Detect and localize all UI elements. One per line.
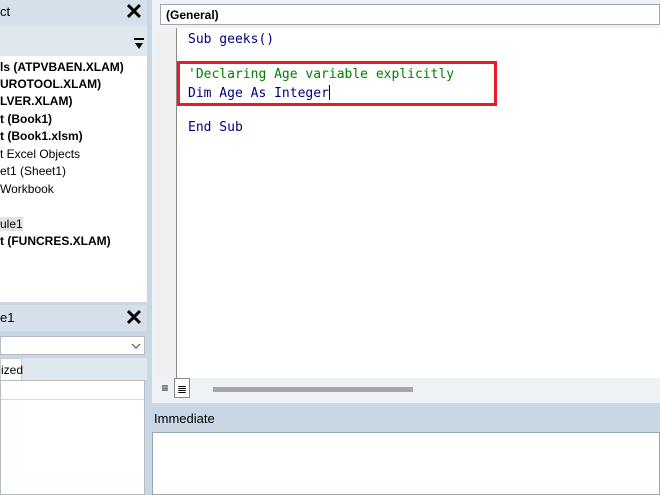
general-dropdown-value: (General) — [166, 8, 219, 22]
procedure-view-icon[interactable]: ≡ — [157, 378, 173, 398]
code-window-footer: ≡ ≣ — [155, 378, 660, 398]
chevron-down-icon[interactable] — [134, 38, 144, 50]
properties-title: e1 — [0, 310, 15, 325]
close-icon[interactable]: ✕ — [124, 307, 144, 329]
tree-item[interactable]: t Excel Objects — [0, 147, 80, 161]
tree-item[interactable]: t (Book1.xlsm) — [0, 129, 83, 143]
project-tree[interactable]: ls (ATPVBAEN.XLAM) UROTOOL.XLAM) LVER.XL… — [0, 56, 147, 302]
properties-grid[interactable] — [0, 380, 145, 495]
chevron-down-icon — [131, 343, 141, 349]
horizontal-scrollbar[interactable] — [213, 387, 413, 392]
keyword: Sub — [188, 32, 212, 47]
identifier: geeks() — [211, 32, 275, 47]
tree-item[interactable]: ls (ATPVBAEN.XLAM) — [0, 60, 124, 74]
code-line-sub[interactable]: Sub geeks() — [188, 32, 274, 47]
tree-item-selected[interactable]: ule1 — [0, 217, 23, 231]
general-dropdown[interactable]: (General) — [160, 4, 660, 25]
project-explorer-header: ct ✕ — [0, 0, 147, 26]
object-dropdown[interactable] — [0, 336, 145, 355]
full-module-view-icon[interactable]: ≣ — [174, 378, 190, 398]
tree-item[interactable]: t (Book1) — [0, 112, 52, 126]
tree-item[interactable]: t (FUNCRES.XLAM) — [0, 234, 111, 248]
properties-header: e1 ✕ — [0, 305, 147, 331]
tree-item[interactable]: UROTOOL.XLAM) — [0, 77, 101, 91]
properties-tabs: ized — [0, 358, 147, 380]
project-explorer-title: ct — [0, 4, 11, 19]
immediate-window[interactable] — [152, 432, 660, 495]
grid-line — [1, 399, 144, 400]
project-explorer-toolbar — [0, 26, 147, 56]
immediate-title: Immediate — [154, 411, 215, 426]
tree-item[interactable]: et1 (Sheet1) — [0, 164, 66, 178]
tree-item[interactable]: Workbook — [0, 182, 54, 196]
highlight-box — [177, 61, 497, 106]
code-line-end[interactable]: End Sub — [188, 120, 243, 135]
immediate-header: Immediate — [152, 406, 660, 432]
code-margin[interactable] — [155, 28, 177, 378]
tab-categorized[interactable]: ized — [0, 358, 23, 380]
close-icon[interactable]: ✕ — [124, 1, 144, 23]
tree-item[interactable]: LVER.XLAM) — [0, 94, 72, 108]
